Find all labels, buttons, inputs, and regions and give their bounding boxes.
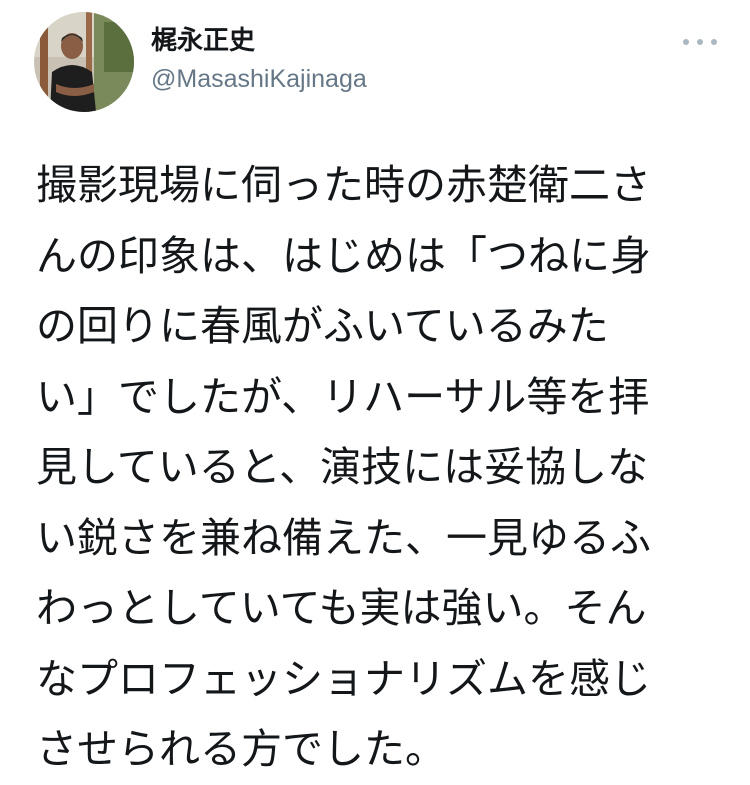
tweet-text-line: わっとしていても実は強い。そん [36,584,647,632]
tweet-text-line: い」でしたが、リハーサル等を拝 [36,372,650,421]
avatar-photo [34,12,134,112]
tweet-text-line: 撮影現場に伺った時の赤楚衛二さ [36,161,651,209]
more-dot [711,39,717,45]
tweet-text-line: させられる方でした。 [36,725,446,773]
tweet-text-line: 見していると、演技には妥協しな [36,443,649,491]
display-name[interactable]: 梶永正史 [151,26,255,56]
tweet-text-line: んの印象は、はじめは「つねに身 [36,231,651,280]
tweet-text-line: の回りに春風がふいているみた [36,302,609,350]
more-dot [683,39,689,45]
tweet-header: 梶永正史 @MasashiKajinaga [0,0,750,130]
tweet-text: 撮影現場に伺った時の赤楚衛二さ んの印象は、はじめは「つねに身 の回りに春風がふ… [36,150,736,785]
more-dot [697,39,703,45]
user-handle[interactable]: @MasashiKajinaga [151,64,367,94]
tweet-text-line: い鋭さを兼ね備えた、一見ゆるふ [36,513,651,562]
more-horizontal-icon[interactable] [683,34,717,50]
avatar[interactable] [34,12,134,112]
tweet-text-line: なプロフェッショナリズムを感じ [36,654,651,703]
